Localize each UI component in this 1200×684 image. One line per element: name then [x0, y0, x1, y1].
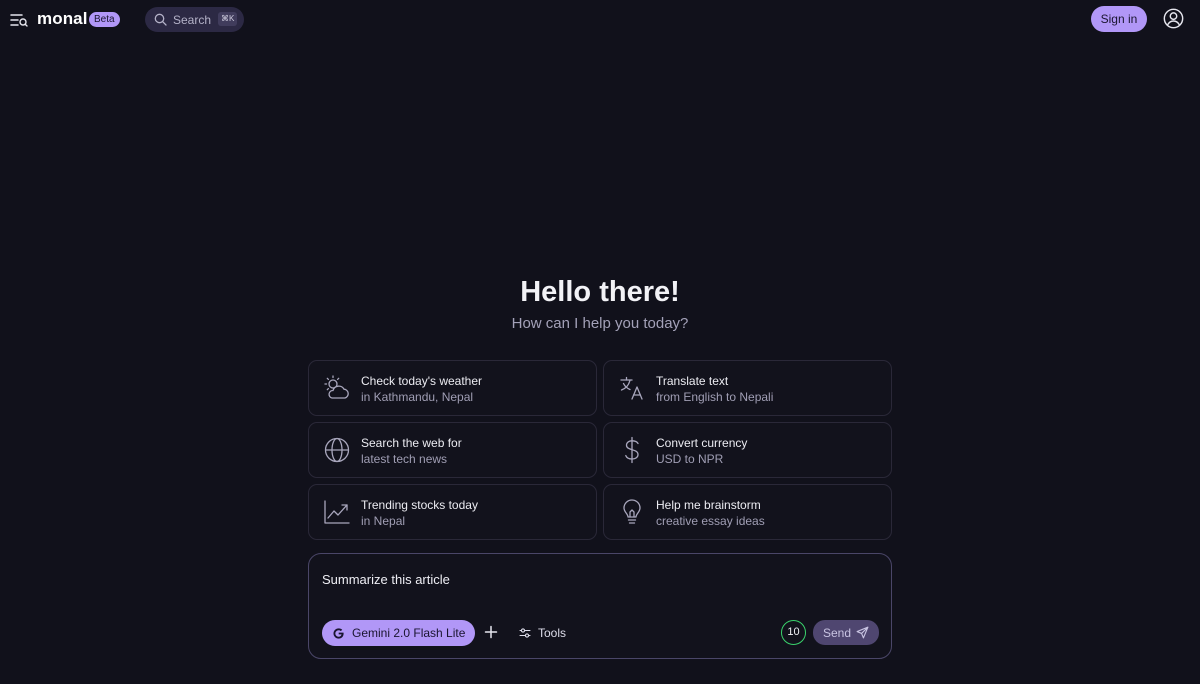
- suggestion-card-web-search[interactable]: Search the web for latest tech news: [308, 422, 597, 478]
- message-input[interactable]: [322, 568, 862, 590]
- suggestion-card-weather[interactable]: Check today's weather in Kathmandu, Nepa…: [308, 360, 597, 416]
- suggestion-grid: Check today's weather in Kathmandu, Nepa…: [308, 360, 893, 540]
- suggestion-subtitle: creative essay ideas: [656, 514, 765, 528]
- send-label: Send: [823, 626, 852, 640]
- user-account-icon[interactable]: [1163, 8, 1184, 29]
- dollar-icon: [625, 436, 639, 464]
- send-arrow-icon: [856, 626, 869, 639]
- weather-icon: [324, 375, 349, 399]
- menu-search-icon[interactable]: [10, 12, 28, 28]
- sign-in-button[interactable]: Sign in: [1091, 6, 1147, 32]
- send-button[interactable]: Send: [813, 620, 879, 645]
- suggestion-subtitle: USD to NPR: [656, 452, 724, 466]
- attach-plus-icon[interactable]: [484, 625, 498, 639]
- brand-logo[interactable]: monal: [37, 9, 88, 29]
- greeting-title: Hello there!: [520, 276, 680, 308]
- suggestion-subtitle: from English to Nepali: [656, 390, 774, 404]
- tools-button[interactable]: Tools: [519, 624, 566, 642]
- suggestion-title: Help me brainstorm: [656, 498, 761, 512]
- trend-chart-icon: [324, 500, 350, 524]
- suggestion-card-stocks[interactable]: Trending stocks today in Nepal: [308, 484, 597, 540]
- model-label: Gemini 2.0 Flash Lite: [352, 626, 466, 640]
- suggestion-card-currency[interactable]: Convert currency USD to NPR: [603, 422, 892, 478]
- suggestion-subtitle: latest tech news: [361, 452, 448, 466]
- suggestion-title: Check today's weather: [361, 374, 483, 388]
- suggestion-card-translate[interactable]: Translate text from English to Nepali: [603, 360, 892, 416]
- translate-icon: [620, 376, 643, 400]
- sliders-icon: [519, 628, 531, 638]
- google-icon: [333, 627, 344, 639]
- suggestion-title: Translate text: [656, 374, 729, 388]
- chat-composer: Gemini 2.0 Flash Lite Tools 10 Send: [308, 553, 892, 659]
- top-bar: monal Beta Search ⌘K Sign in: [0, 0, 1200, 40]
- lightbulb-icon: [623, 499, 641, 524]
- globe-icon: [324, 437, 350, 463]
- suggestion-subtitle: in Kathmandu, Nepal: [361, 390, 474, 404]
- greeting-subtitle: How can I help you today?: [511, 315, 689, 332]
- suggestion-subtitle: in Nepal: [361, 514, 406, 528]
- model-selector-button[interactable]: Gemini 2.0 Flash Lite: [322, 620, 476, 646]
- tools-label: Tools: [538, 626, 567, 640]
- suggestion-card-brainstorm[interactable]: Help me brainstorm creative essay ideas: [603, 484, 892, 540]
- beta-badge: Beta: [89, 12, 120, 27]
- search-shortcut: ⌘K: [218, 12, 238, 26]
- suggestion-title: Search the web for: [361, 436, 462, 450]
- suggestion-title: Trending stocks today: [361, 498, 478, 512]
- search-button[interactable]: Search ⌘K: [145, 7, 244, 32]
- suggestion-title: Convert currency: [656, 436, 748, 450]
- search-label: Search: [173, 13, 212, 27]
- search-icon: [154, 13, 167, 26]
- credits-remaining-badge: 10: [781, 620, 806, 645]
